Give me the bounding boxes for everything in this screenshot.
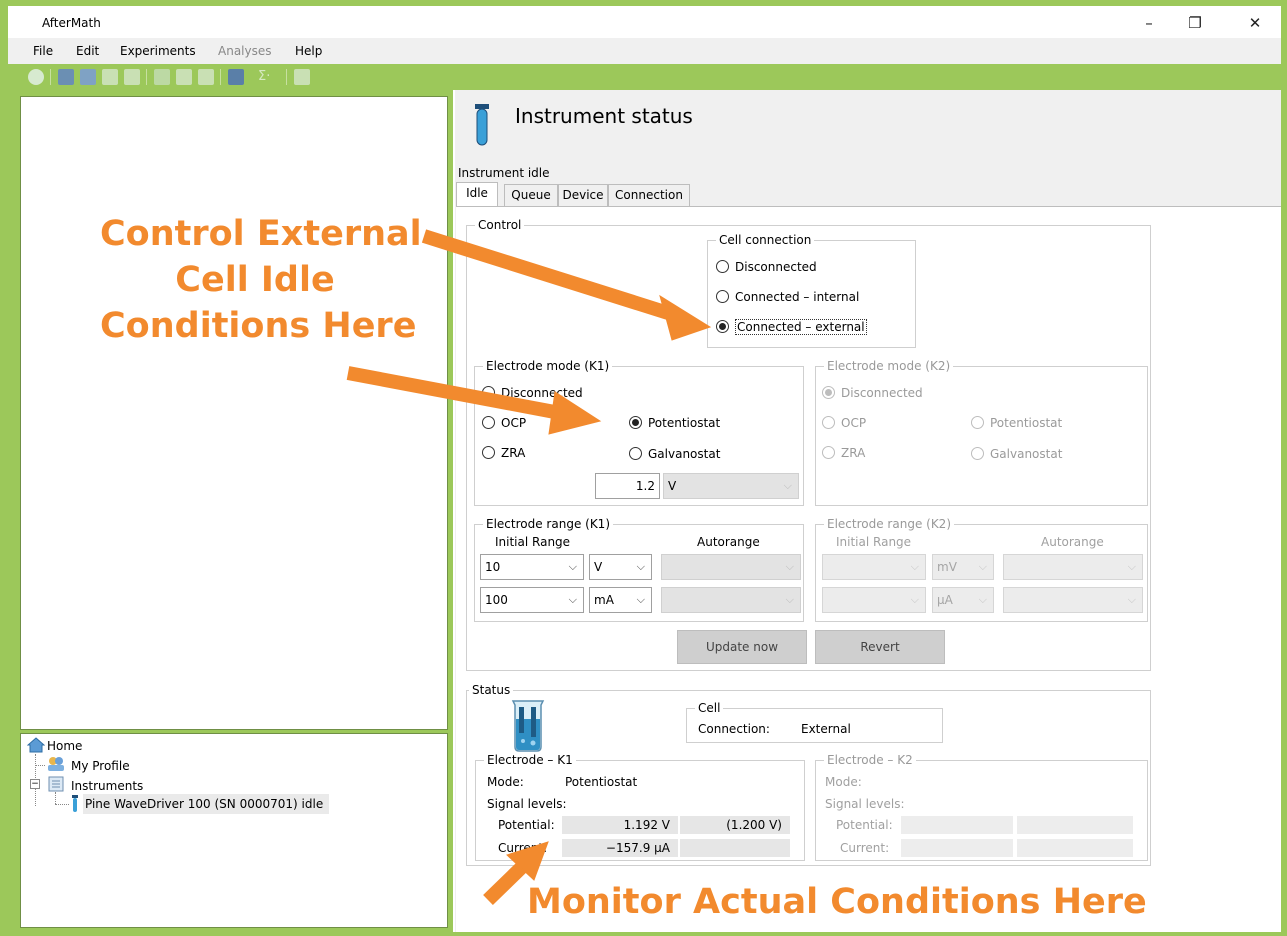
arrow-to-cell-connection	[421, 229, 671, 320]
arrow-to-status	[483, 860, 528, 906]
annotation-control: Control External Cell Idle Conditions He…	[100, 211, 422, 349]
arrowhead	[548, 391, 602, 435]
annotation-arrows	[346, 229, 712, 906]
annotation-line: Cell Idle	[175, 260, 335, 300]
annotation-monitor: Monitor Actual Conditions Here	[527, 882, 1147, 922]
annotation-line: Control External	[100, 214, 422, 254]
arrowhead	[659, 294, 712, 341]
arrow-to-electrode-mode	[346, 366, 562, 420]
annotation-line: Conditions Here	[100, 306, 417, 346]
